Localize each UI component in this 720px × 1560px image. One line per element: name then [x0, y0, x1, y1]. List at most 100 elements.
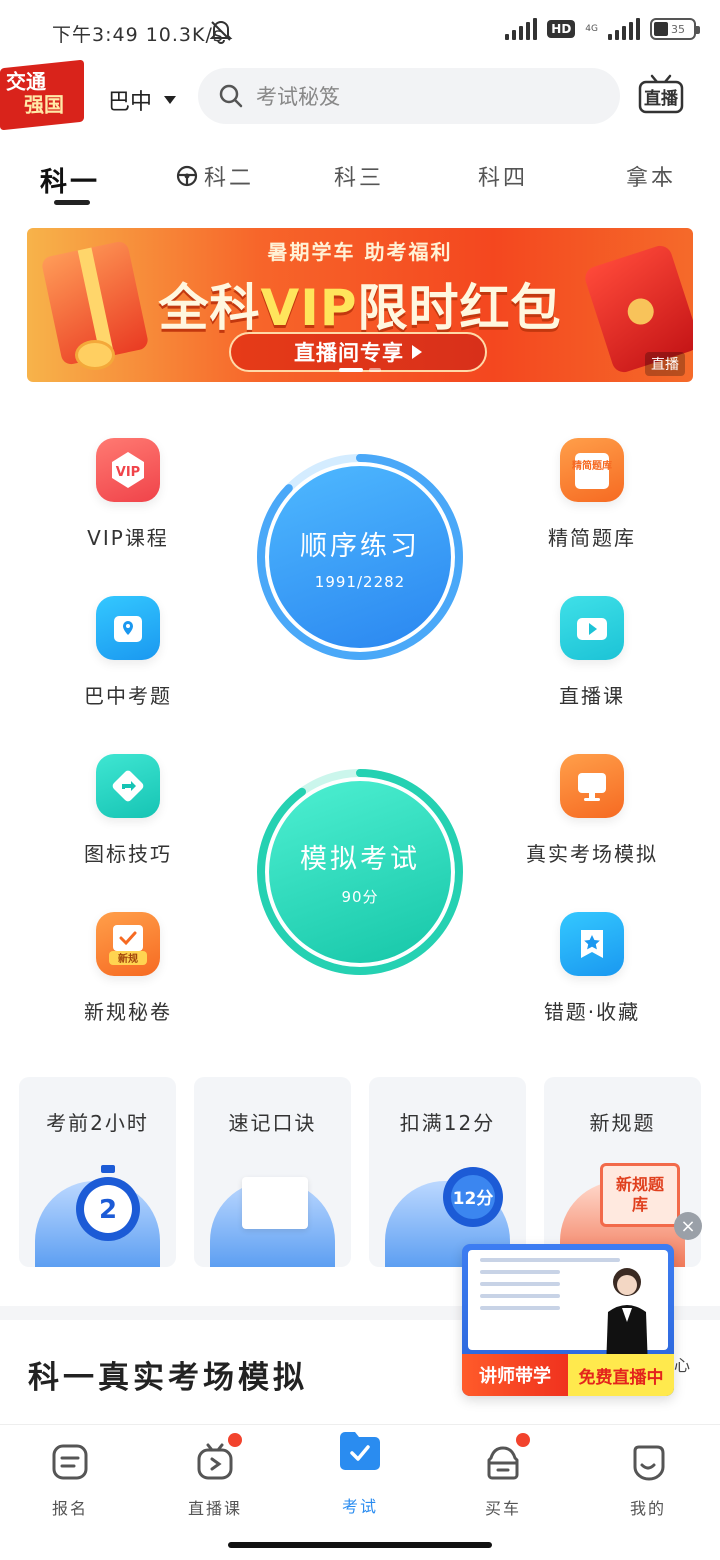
live-float-footer: 讲师带学 免费直播中	[462, 1354, 674, 1396]
tab-license[interactable]: 拿本	[626, 160, 676, 192]
logo-line2: 强国	[24, 92, 64, 117]
card-new-rules-title: 新规题	[589, 1111, 656, 1135]
live-class-entry[interactable]: 直播课	[502, 596, 682, 709]
stopwatch-icon: 2	[76, 1165, 140, 1241]
simple-bank-icon-text: 精简题库	[572, 459, 612, 472]
exam-title: 模拟考试	[300, 844, 420, 875]
tab-ke1[interactable]: 科一	[40, 160, 100, 199]
presenter-image	[606, 1268, 648, 1368]
app-logo[interactable]: 交通 强国	[0, 59, 84, 131]
real-exam-entry[interactable]: 真实考场模拟	[502, 754, 682, 867]
banner-headline-pre: 全科	[158, 279, 261, 337]
card-mnemonics[interactable]: 速记口诀	[194, 1077, 351, 1267]
nav-signup-label: 报名	[51, 1499, 88, 1518]
subject-tabs: 科一 科二 科三 科四 拿本	[0, 156, 720, 212]
road-sign-icon	[96, 754, 160, 818]
simple-bank-entry[interactable]: 精简题库 精简题库	[502, 438, 682, 551]
live-tv-button[interactable]: 直播	[638, 74, 684, 114]
vip-course-entry[interactable]: VIP VIP课程	[38, 438, 218, 551]
mute-bell-icon	[208, 18, 234, 48]
local-questions-entry[interactable]: 巴中考题	[38, 596, 218, 709]
steering-wheel-icon	[176, 165, 198, 187]
tab-ke4[interactable]: 科四	[478, 160, 528, 192]
local-questions-label: 巴中考题	[84, 684, 172, 708]
car-icon	[484, 1433, 530, 1481]
exam-inner: 模拟考试 90分	[269, 781, 451, 963]
nav-live-class-label: 直播课	[187, 1499, 242, 1518]
nav-exam-label: 考试	[341, 1497, 378, 1516]
hd-badge: HD	[547, 20, 576, 38]
mock-exam-button[interactable]: 模拟考试 90分	[255, 767, 465, 977]
tab-ke4-label: 科四	[478, 166, 529, 191]
play-arrow-icon	[412, 345, 422, 359]
vip-course-label: VIP课程	[87, 526, 169, 550]
exam-folder-icon	[337, 1427, 383, 1473]
tab-ke2-label: 科二	[204, 166, 255, 191]
profile-smile-icon	[629, 1443, 667, 1481]
stopwatch-number: 2	[99, 1195, 117, 1225]
tab-ke2[interactable]: 科二	[176, 160, 254, 192]
close-icon[interactable]: ×	[674, 1212, 702, 1240]
search-placeholder: 考试秘笈	[256, 85, 340, 109]
score-badge-icon: 12分	[443, 1167, 503, 1227]
nav-buy-car[interactable]: 买车	[453, 1433, 553, 1519]
video-camera-icon	[560, 596, 624, 660]
notification-dot	[228, 1433, 242, 1447]
card-mnemonics-title: 速记口诀	[228, 1111, 317, 1135]
sign-tips-label: 图标技巧	[84, 842, 172, 866]
home-indicator	[228, 1542, 492, 1548]
promo-banner[interactable]: 暑期学车 助考福利 全科VIP限时红包 直播间专享 直播	[27, 228, 693, 382]
free-live-label: 免费直播中	[568, 1354, 674, 1396]
search-bar[interactable]: 考试秘笈	[198, 68, 620, 124]
vip-icon-text: VIP	[116, 465, 140, 480]
banner-cta-label: 直播间专享	[294, 341, 404, 365]
exam-score: 90分	[341, 888, 379, 906]
bookmark-star-icon	[560, 912, 624, 976]
card-2-hours-title: 考前2小时	[46, 1111, 149, 1135]
simple-bank-icon: 精简题库	[560, 438, 624, 502]
status-bar: 下午3:49 10.3K/s HD 4G 35	[0, 0, 720, 60]
city-selector[interactable]: 巴中	[108, 84, 177, 116]
new-rules-book-image: 新规题库	[600, 1163, 680, 1227]
practice-title: 顺序练习	[300, 530, 420, 562]
new-rules-label: 新规秘卷	[84, 1000, 172, 1024]
nav-mine[interactable]: 我的	[598, 1443, 698, 1519]
search-icon	[219, 84, 243, 108]
tab-ke3[interactable]: 科三	[334, 160, 384, 192]
tab-license-label: 拿本	[626, 166, 677, 191]
nav-mine-label: 我的	[629, 1499, 666, 1518]
card-2-hours[interactable]: 考前2小时 2	[19, 1077, 176, 1267]
practice-inner: 顺序练习 1991/2282	[269, 466, 451, 648]
tab-ke1-label: 科一	[40, 167, 100, 198]
new-rules-entry[interactable]: 新规 新规秘卷	[38, 912, 218, 1025]
monitor-icon	[560, 754, 624, 818]
status-time: 下午3:49 10.3K/s	[52, 24, 224, 46]
score-badge-text: 12分	[453, 1189, 494, 1209]
sequential-practice-button[interactable]: 顺序练习 1991/2282	[255, 452, 465, 662]
card-new-rules[interactable]: 新规题 新规题库	[544, 1077, 701, 1267]
signal-icon	[505, 18, 538, 40]
live-float-widget[interactable]: 讲师带学 免费直播中	[462, 1244, 674, 1396]
vip-course-icon: VIP	[96, 438, 160, 502]
logo-line1: 交通	[6, 69, 46, 94]
banner-cta-button[interactable]: 直播间专享	[229, 332, 487, 372]
nav-exam[interactable]: 考试	[310, 1427, 410, 1517]
battery-icon: 35	[650, 18, 700, 40]
banner-topline: 暑期学车 助考福利	[267, 240, 453, 264]
banner-live-badge: 直播	[645, 352, 685, 376]
signup-icon	[51, 1443, 89, 1481]
notification-dot	[516, 1433, 530, 1447]
wrong-fav-entry[interactable]: 错题·收藏	[502, 912, 682, 1025]
section-title: 科一真实考场模拟	[28, 1360, 308, 1396]
card-12-points[interactable]: 扣满12分 12分	[369, 1077, 526, 1267]
banner-headline: 全科VIP限时红包	[127, 268, 593, 340]
carousel-dots	[339, 368, 381, 372]
nav-live-class[interactable]: 直播课	[165, 1433, 265, 1519]
sign-tips-entry[interactable]: 图标技巧	[38, 754, 218, 867]
nav-signup[interactable]: 报名	[20, 1443, 120, 1519]
bottom-nav: 报名 直播课 考试 买车 我的	[0, 1424, 720, 1560]
tab-ke3-label: 科三	[334, 166, 385, 191]
tv-play-icon	[196, 1433, 242, 1481]
map-pin-icon	[96, 596, 160, 660]
battery-level: 35	[671, 22, 685, 36]
